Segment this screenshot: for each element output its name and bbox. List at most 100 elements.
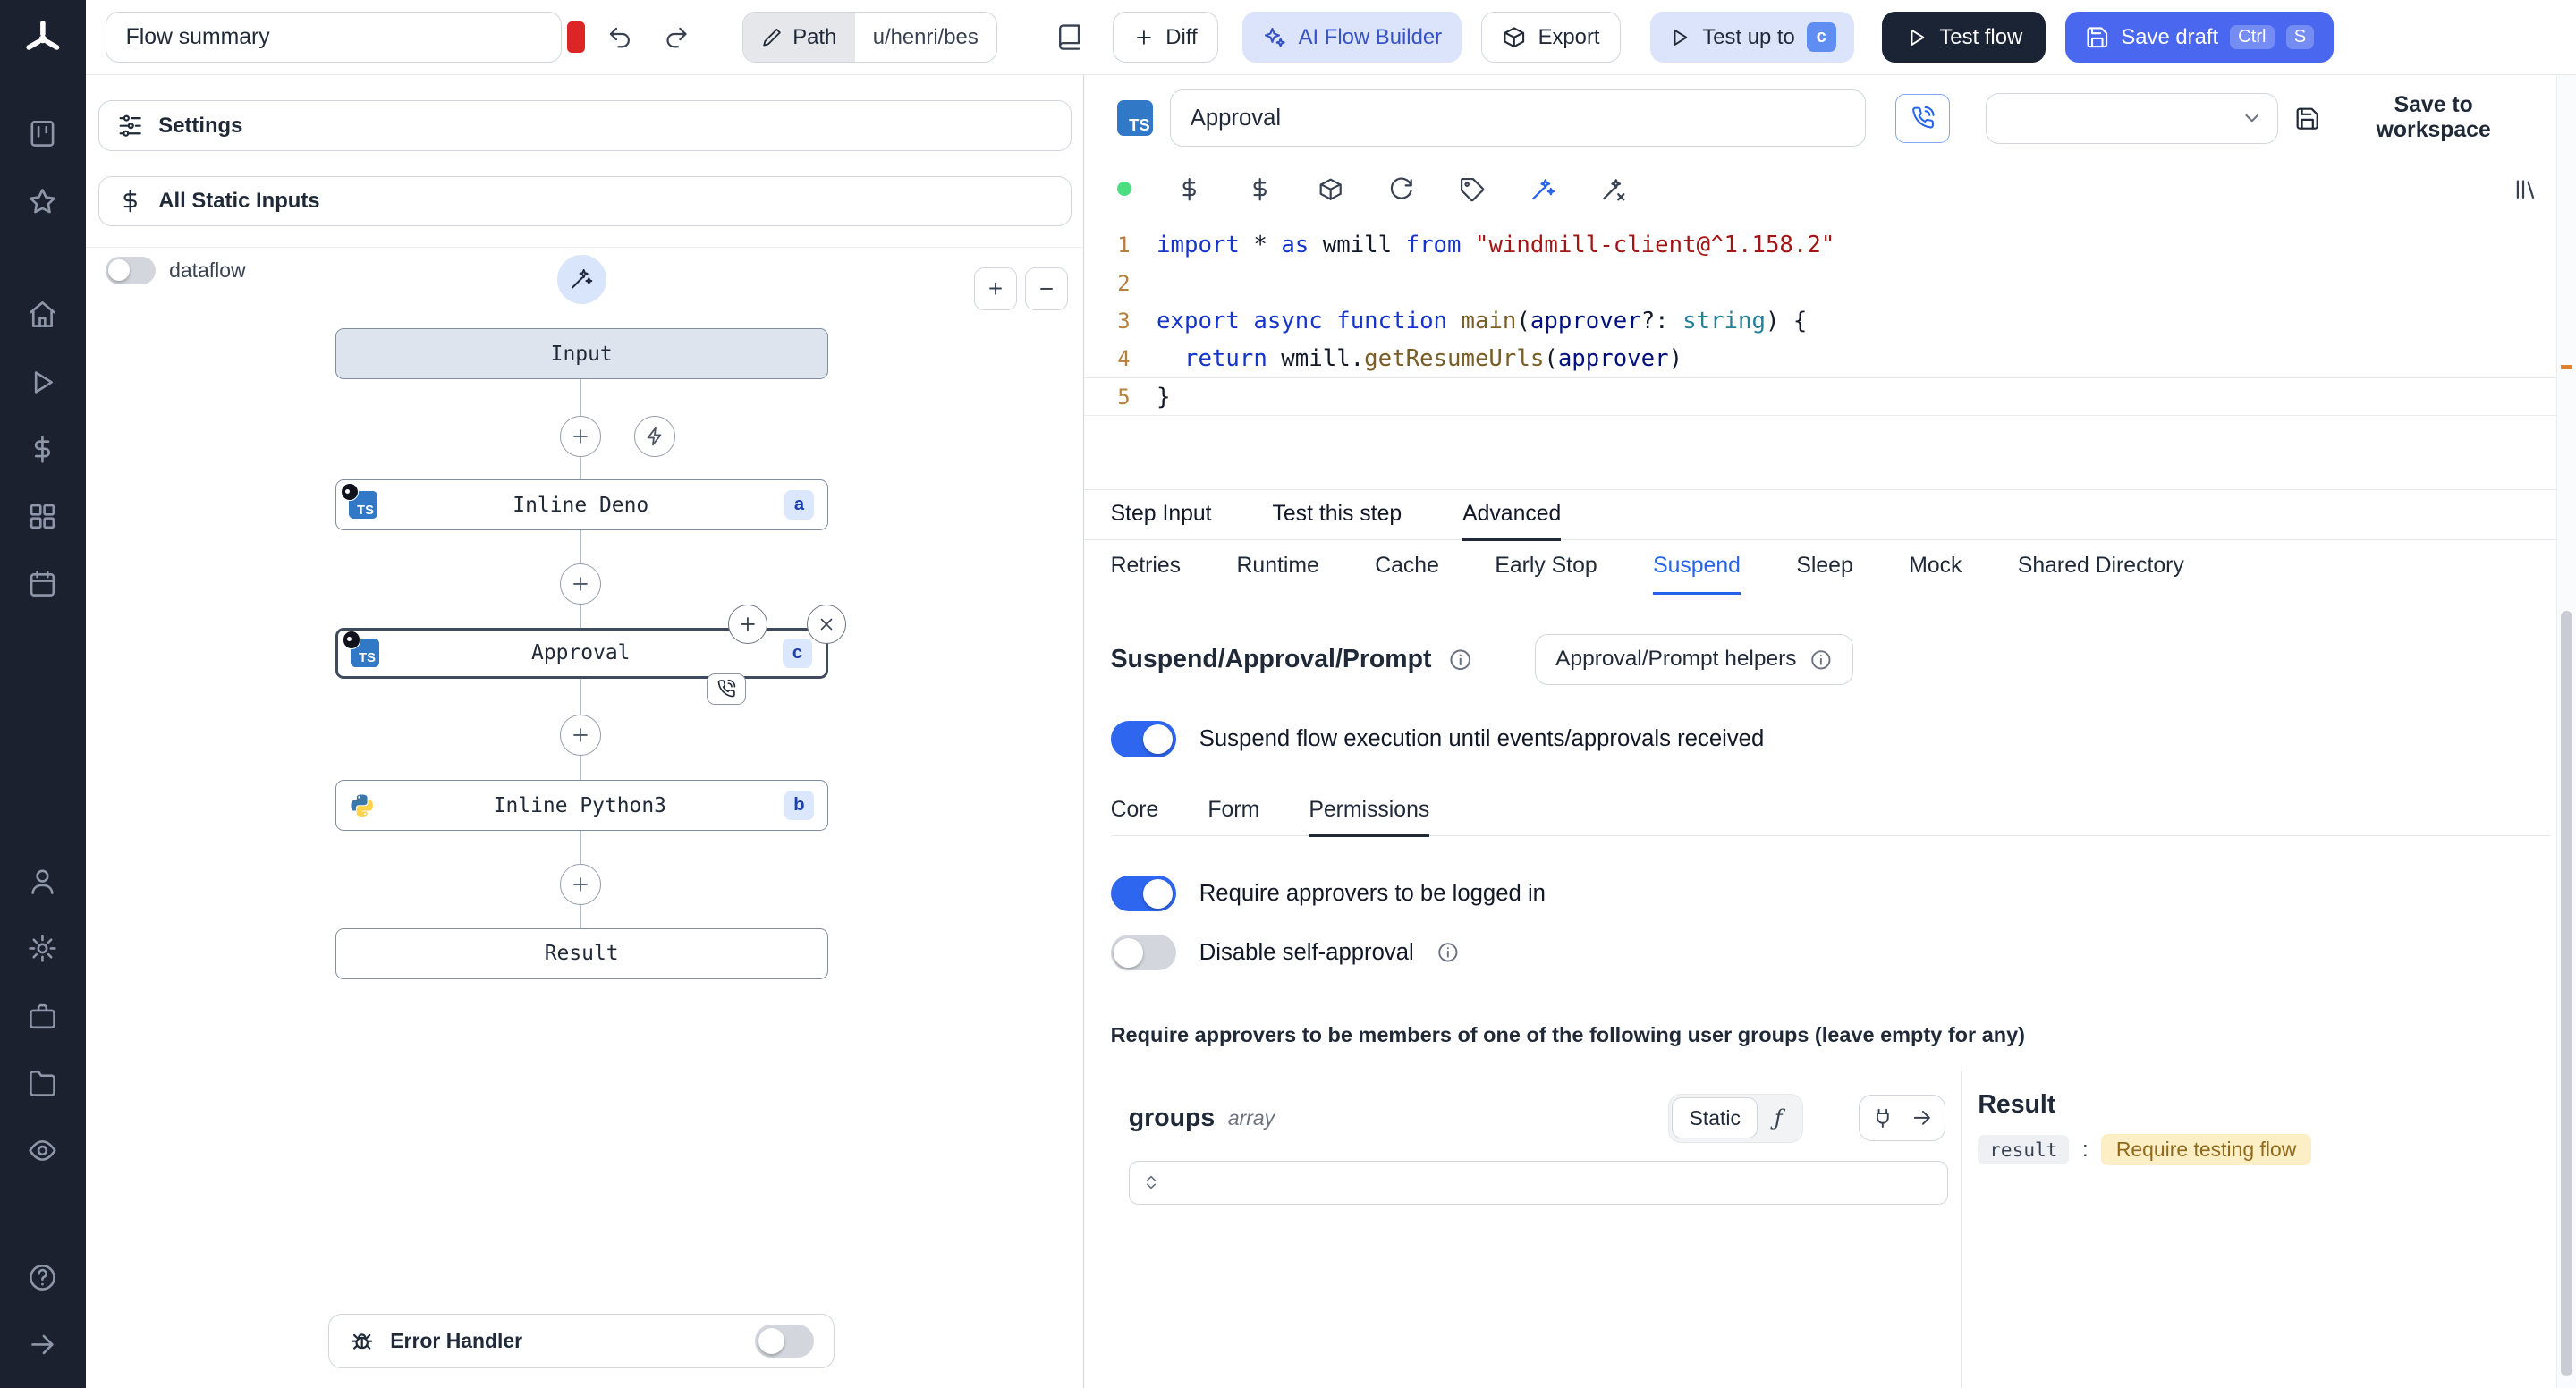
sidebar-item-variables[interactable] (10, 416, 75, 483)
groups-input[interactable] (1128, 1160, 1949, 1206)
docs-button[interactable] (1046, 14, 1092, 60)
tab-step-input[interactable]: Step Input (1111, 490, 1212, 541)
flow-graph-panel: Settings All Static Inputs dataflow + − … (85, 75, 1085, 1388)
error-indicator (566, 21, 585, 54)
zoom-out-button[interactable]: − (1025, 267, 1068, 311)
trigger-button[interactable] (633, 415, 675, 457)
tag-button[interactable] (1459, 176, 1485, 202)
disable-self-approval-toggle[interactable] (1110, 935, 1177, 971)
flow-summary-input[interactable] (105, 12, 563, 63)
tab-suspend[interactable]: Suspend (1653, 540, 1741, 595)
tab-early-stop[interactable]: Early Stop (1495, 540, 1597, 595)
save-to-workspace-button[interactable]: Save to workspace (2294, 93, 2533, 143)
approval-prompt-helpers-button[interactable]: Approval/Prompt helpers (1535, 633, 1853, 685)
sidebar-item-settings[interactable] (10, 915, 75, 982)
sidebar-item-apps[interactable] (10, 100, 75, 167)
diff-button[interactable]: Diff (1112, 12, 1218, 63)
sidebar-item-folders[interactable] (10, 1050, 75, 1117)
typescript-icon: TS (343, 631, 379, 667)
undo-button[interactable] (597, 14, 642, 60)
result-value-chip: Require testing flow (2101, 1134, 2311, 1165)
static-mode-button[interactable]: Static (1672, 1097, 1758, 1139)
add-branch-button[interactable] (727, 604, 767, 644)
suspend-step-button[interactable] (1895, 93, 1950, 143)
dollar-icon (27, 434, 58, 465)
resource-picker-button[interactable] (1247, 176, 1273, 202)
suspend-toggle[interactable] (1110, 721, 1177, 757)
step-name-input[interactable] (1169, 89, 1867, 148)
ai-assistant-off-button[interactable] (1600, 176, 1626, 202)
tab-core[interactable]: Core (1111, 787, 1159, 837)
library-button[interactable] (2513, 176, 2539, 202)
folder-icon (27, 1068, 58, 1099)
step-node-label: Inline Python3 (493, 793, 666, 817)
typescript-icon: TS (341, 483, 377, 520)
error-handler-row[interactable]: Error Handler (328, 1314, 835, 1368)
error-handler-toggle[interactable] (754, 1325, 814, 1358)
script-version-select[interactable] (1986, 92, 2278, 144)
zoom-in-button[interactable]: + (974, 267, 1017, 311)
plug-icon[interactable] (1871, 1106, 1894, 1130)
input-node[interactable]: Input (335, 328, 828, 380)
sidebar-item-runs[interactable] (10, 348, 75, 415)
expression-mode-button[interactable]: ƒ (1758, 1097, 1799, 1138)
info-icon[interactable] (1448, 647, 1473, 673)
tab-test-this-step[interactable]: Test this step (1273, 490, 1402, 541)
result-node[interactable]: Result (335, 927, 828, 979)
tab-shared-directory[interactable]: Shared Directory (2018, 540, 2184, 595)
arrow-right-icon[interactable] (1911, 1106, 1934, 1130)
tab-retries[interactable]: Retries (1111, 540, 1182, 595)
tab-sleep[interactable]: Sleep (1796, 540, 1852, 595)
tab-cache[interactable]: Cache (1375, 540, 1439, 595)
tab-runtime[interactable]: Runtime (1237, 540, 1319, 595)
step-node-a[interactable]: TS Inline Deno a (335, 479, 828, 531)
code-editor[interactable]: 1 import * as wmill from "windmill-client… (1084, 216, 2576, 489)
insert-step-button[interactable] (560, 415, 602, 457)
deno-icon (341, 483, 360, 502)
require-login-toggle[interactable] (1110, 875, 1177, 912)
insert-step-button[interactable] (560, 714, 602, 756)
windmill-logo-icon[interactable] (21, 18, 64, 61)
flow-settings-button[interactable]: Settings (98, 100, 1072, 151)
tab-form[interactable]: Form (1208, 787, 1259, 837)
export-button[interactable]: Export (1481, 12, 1621, 63)
ai-assistant-button[interactable] (556, 254, 606, 304)
path-button[interactable]: Path u/henri/bes (742, 12, 997, 63)
tab-permissions[interactable]: Permissions (1309, 787, 1430, 837)
ai-assistant-on-button[interactable] (1530, 176, 1555, 202)
insert-step-button[interactable] (560, 563, 602, 605)
sidebar-item-resources[interactable] (10, 483, 75, 550)
all-static-inputs-button[interactable]: All Static Inputs (98, 175, 1072, 227)
sidebar-item-schedules[interactable] (10, 550, 75, 617)
test-up-to-label: Test up to (1702, 24, 1795, 49)
result-key-chip: result (1978, 1135, 2070, 1164)
phone-icon (716, 679, 736, 698)
sidebar-item-workers[interactable] (10, 982, 75, 1049)
info-icon[interactable] (1436, 941, 1460, 964)
test-flow-button[interactable]: Test flow (1882, 12, 2046, 63)
insert-step-button[interactable] (560, 864, 602, 905)
groups-note: Require approvers to be members of one o… (1110, 1023, 2026, 1047)
step-node-b[interactable]: Inline Python3 b (335, 780, 828, 832)
tab-advanced[interactable]: Advanced (1462, 490, 1562, 542)
sparkles-icon (1262, 25, 1287, 50)
tab-mock[interactable]: Mock (1909, 540, 1962, 595)
dataflow-toggle[interactable] (105, 256, 157, 284)
sidebar-item-help[interactable] (10, 1243, 75, 1310)
delete-step-button[interactable] (806, 604, 846, 644)
sidebar-item-users[interactable] (10, 848, 75, 915)
test-up-to-button[interactable]: Test up to c (1649, 12, 1854, 63)
sidebar-expand-button[interactable] (10, 1311, 75, 1378)
variable-picker-button[interactable] (1176, 176, 1202, 202)
sidebar-item-favorites[interactable] (10, 167, 75, 234)
ai-flow-builder-button[interactable]: AI Flow Builder (1242, 12, 1462, 63)
reload-button[interactable] (1388, 176, 1414, 202)
sidebar-item-audit[interactable] (10, 1117, 75, 1184)
plus-icon (570, 426, 591, 447)
save-draft-button[interactable]: Save draft Ctrl S (2064, 12, 2334, 63)
scrollbar[interactable] (2555, 75, 2576, 1388)
package-button[interactable] (1318, 176, 1343, 202)
sidebar-item-home[interactable] (10, 281, 75, 348)
scrollbar-thumb[interactable] (2560, 611, 2573, 1377)
redo-button[interactable] (654, 14, 699, 60)
